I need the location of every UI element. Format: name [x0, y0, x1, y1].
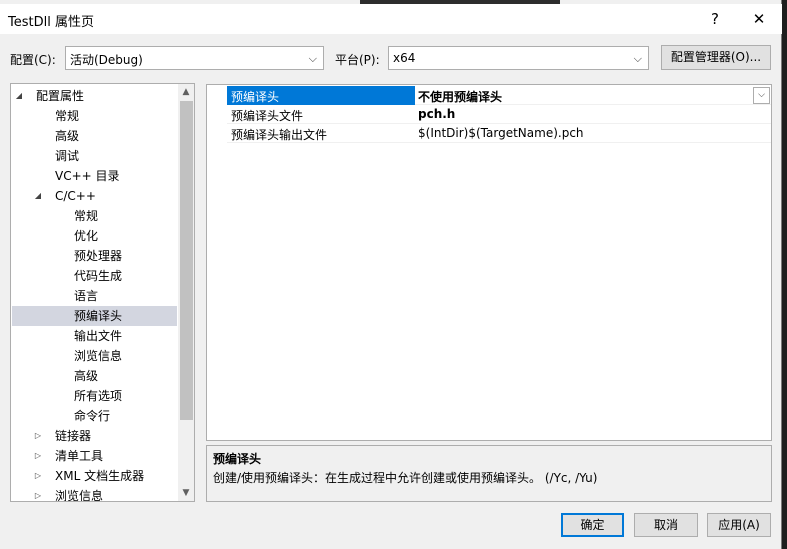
chevron-down-icon: ⌵	[633, 52, 642, 65]
tree-item[interactable]: ◢ C/C++	[12, 186, 177, 206]
tree-item-label: 命令行	[74, 409, 111, 423]
tree-item[interactable]: 常规	[12, 106, 177, 126]
expand-icon[interactable]: ▷	[33, 426, 43, 446]
tree-item-label: 高级	[55, 129, 80, 143]
tree-item[interactable]: 优化	[12, 226, 177, 246]
chevron-down-icon[interactable]: ⌵	[753, 87, 770, 104]
background-window-strip	[360, 0, 560, 4]
title-bar: TestDll 属性页 ? ✕	[0, 4, 782, 34]
config-manager-button[interactable]: 配置管理器(O)...	[661, 45, 771, 70]
description-title: 预编译头	[213, 452, 262, 466]
tree-item[interactable]: ▷ 清单工具	[12, 446, 177, 466]
tree-item-label: 浏览信息	[74, 349, 123, 363]
tree-item[interactable]: ◢ 配置属性	[12, 86, 177, 106]
tree-item-label: 输出文件	[74, 329, 123, 343]
tree-item[interactable]: 高级	[12, 126, 177, 146]
tree-item[interactable]: ▷ XML 文档生成器	[12, 466, 177, 486]
property-row[interactable]: 预编译头输出文件 $(IntDir)$(TargetName).pch	[207, 124, 771, 143]
tree-item-label: 浏览信息	[55, 489, 104, 502]
scroll-thumb[interactable]	[180, 101, 193, 420]
tree-item-label: C/C++	[55, 189, 96, 203]
property-value[interactable]: pch.h	[418, 107, 455, 121]
expand-icon[interactable]: ▷	[33, 446, 43, 466]
tree-item-label: 清单工具	[55, 449, 104, 463]
help-icon[interactable]: ?	[694, 6, 736, 32]
tree-item[interactable]: 浏览信息	[12, 346, 177, 366]
property-value[interactable]: $(IntDir)$(TargetName).pch	[418, 126, 584, 140]
tree-item-label: 代码生成	[74, 269, 123, 283]
property-grid: 预编译头 不使用预编译头 ⌵ 预编译头文件 pch.h 预编译头输出文件 $(IntDir)…	[206, 84, 772, 441]
row-margin	[207, 124, 227, 143]
property-name: 预编译头输出文件	[231, 128, 328, 142]
apply-button[interactable]: 应用(A)	[707, 513, 771, 537]
property-name: 预编译头文件	[231, 109, 304, 123]
tree-item[interactable]: ▷ 浏览信息	[12, 486, 177, 502]
tree-item-label: 常规	[74, 209, 99, 223]
tree-item[interactable]: 高级	[12, 366, 177, 386]
tree-item-label: 调试	[55, 149, 80, 163]
tree-item-label: 优化	[74, 229, 99, 243]
tree-item-label: 预编译头	[74, 309, 123, 323]
tree-item[interactable]: 所有选项	[12, 386, 177, 406]
tree-item[interactable]: 代码生成	[12, 266, 177, 286]
config-select-value: 活动(Debug)	[70, 53, 143, 67]
tree-scrollbar[interactable]: ▲ ▼	[178, 84, 194, 501]
row-margin	[207, 105, 227, 124]
close-icon[interactable]: ✕	[738, 6, 780, 32]
config-label: 配置(C):	[10, 53, 56, 67]
property-name: 预编译头	[231, 90, 280, 104]
expand-icon[interactable]: ▷	[33, 486, 43, 501]
tree-item-label: 预处理器	[74, 249, 123, 263]
tree-item[interactable]: 调试	[12, 146, 177, 166]
ok-button[interactable]: 确定	[561, 513, 624, 537]
tree-item[interactable]: 输出文件	[12, 326, 177, 346]
tree-item[interactable]: 语言	[12, 286, 177, 306]
scroll-down-icon[interactable]: ▼	[178, 485, 194, 501]
tree-item-label: 高级	[74, 369, 99, 383]
config-select[interactable]: 活动(Debug) ⌵	[65, 46, 324, 70]
expand-icon[interactable]: ▷	[33, 466, 43, 486]
tree-item-label: 常规	[55, 109, 80, 123]
platform-select[interactable]: x64 ⌵	[388, 46, 649, 70]
tree-item[interactable]: 常规	[12, 206, 177, 226]
property-row[interactable]: 预编译头文件 pch.h	[207, 105, 771, 124]
platform-select-value: x64	[393, 51, 416, 65]
property-pages-dialog: TestDll 属性页 ? ✕ 配置(C): 活动(Debug) ⌵ 平台(P)…	[0, 0, 782, 549]
tree-item[interactable]: VC++ 目录	[12, 166, 177, 186]
tree-item-label: VC++ 目录	[55, 169, 120, 183]
collapse-icon[interactable]: ◢	[14, 86, 24, 106]
tree-item[interactable]: ▷ 链接器	[12, 426, 177, 446]
row-margin	[207, 86, 227, 105]
description-panel: 预编译头 创建/使用预编译头：在生成过程中允许创建或使用预编译头。 (/Yc, …	[206, 445, 772, 502]
platform-label: 平台(P):	[335, 53, 380, 67]
tree-item-label: 所有选项	[74, 389, 123, 403]
scroll-up-icon[interactable]: ▲	[178, 84, 194, 100]
description-text: 创建/使用预编译头：在生成过程中允许创建或使用预编译头。 (/Yc, /Yu)	[213, 471, 598, 485]
collapse-icon[interactable]: ◢	[33, 186, 43, 206]
tree-item[interactable]: 预编译头	[12, 306, 177, 326]
property-tree: ◢ 配置属性 常规 高级 调试 VC++ 目录 ◢ C/C++ 常规 优化 预处理器 代码生成 语言 预编…	[10, 83, 195, 502]
tree-item-label: XML 文档生成器	[55, 469, 145, 483]
tree-item-label: 链接器	[55, 429, 92, 443]
cancel-button[interactable]: 取消	[634, 513, 698, 537]
tree-item-label: 配置属性	[36, 89, 85, 103]
tree-item[interactable]: 预处理器	[12, 246, 177, 266]
property-value[interactable]: 不使用预编译头	[418, 88, 502, 105]
tree-item[interactable]: 命令行	[12, 406, 177, 426]
property-row[interactable]: 预编译头 不使用预编译头 ⌵	[207, 86, 771, 105]
window-title: TestDll 属性页	[8, 15, 94, 30]
tree-item-label: 语言	[74, 289, 99, 303]
chevron-down-icon: ⌵	[308, 52, 317, 65]
